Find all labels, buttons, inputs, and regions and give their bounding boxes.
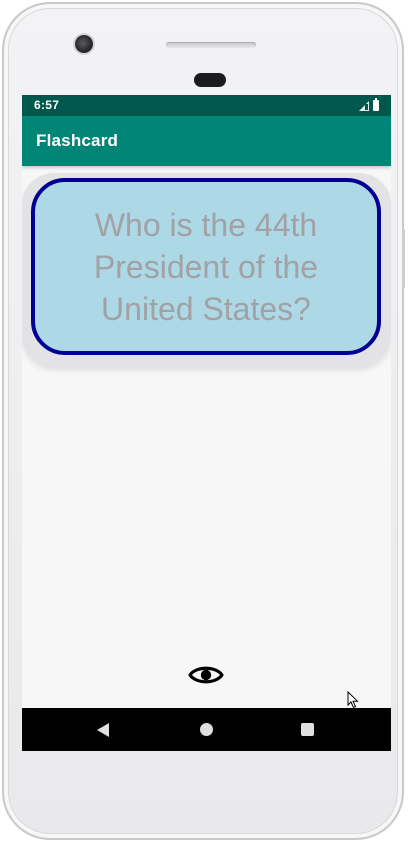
proximity-sensor (194, 73, 226, 87)
app-title: Flashcard (36, 131, 119, 150)
battery-icon (373, 98, 379, 111)
mouse-cursor-icon (347, 691, 359, 709)
toggle-answer-button[interactable] (188, 663, 224, 687)
signal-icon (359, 101, 369, 111)
back-icon[interactable] (97, 723, 109, 737)
home-icon[interactable] (200, 723, 213, 736)
earpiece-speaker (166, 42, 256, 48)
status-time: 6:57 (34, 98, 60, 112)
question-text: Who is the 44th President of the United … (93, 206, 319, 327)
status-bar: 6:57 (22, 95, 391, 116)
eye-icon (188, 666, 224, 684)
flashcard-question[interactable]: Who is the 44th President of the United … (31, 178, 381, 355)
device-screen: 6:57 Flashcard Who is the 44th President… (22, 95, 391, 751)
app-bar: Flashcard (22, 116, 391, 166)
recents-icon[interactable] (301, 723, 314, 736)
navigation-bar (22, 708, 391, 751)
front-camera (75, 35, 93, 53)
power-button[interactable] (402, 229, 405, 289)
